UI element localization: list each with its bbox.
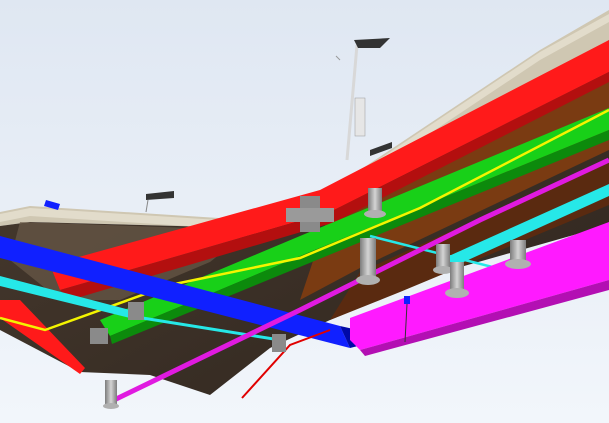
blue-marker <box>404 296 410 304</box>
3d-scene[interactable] <box>0 0 609 423</box>
model-viewport[interactable] <box>0 0 609 423</box>
